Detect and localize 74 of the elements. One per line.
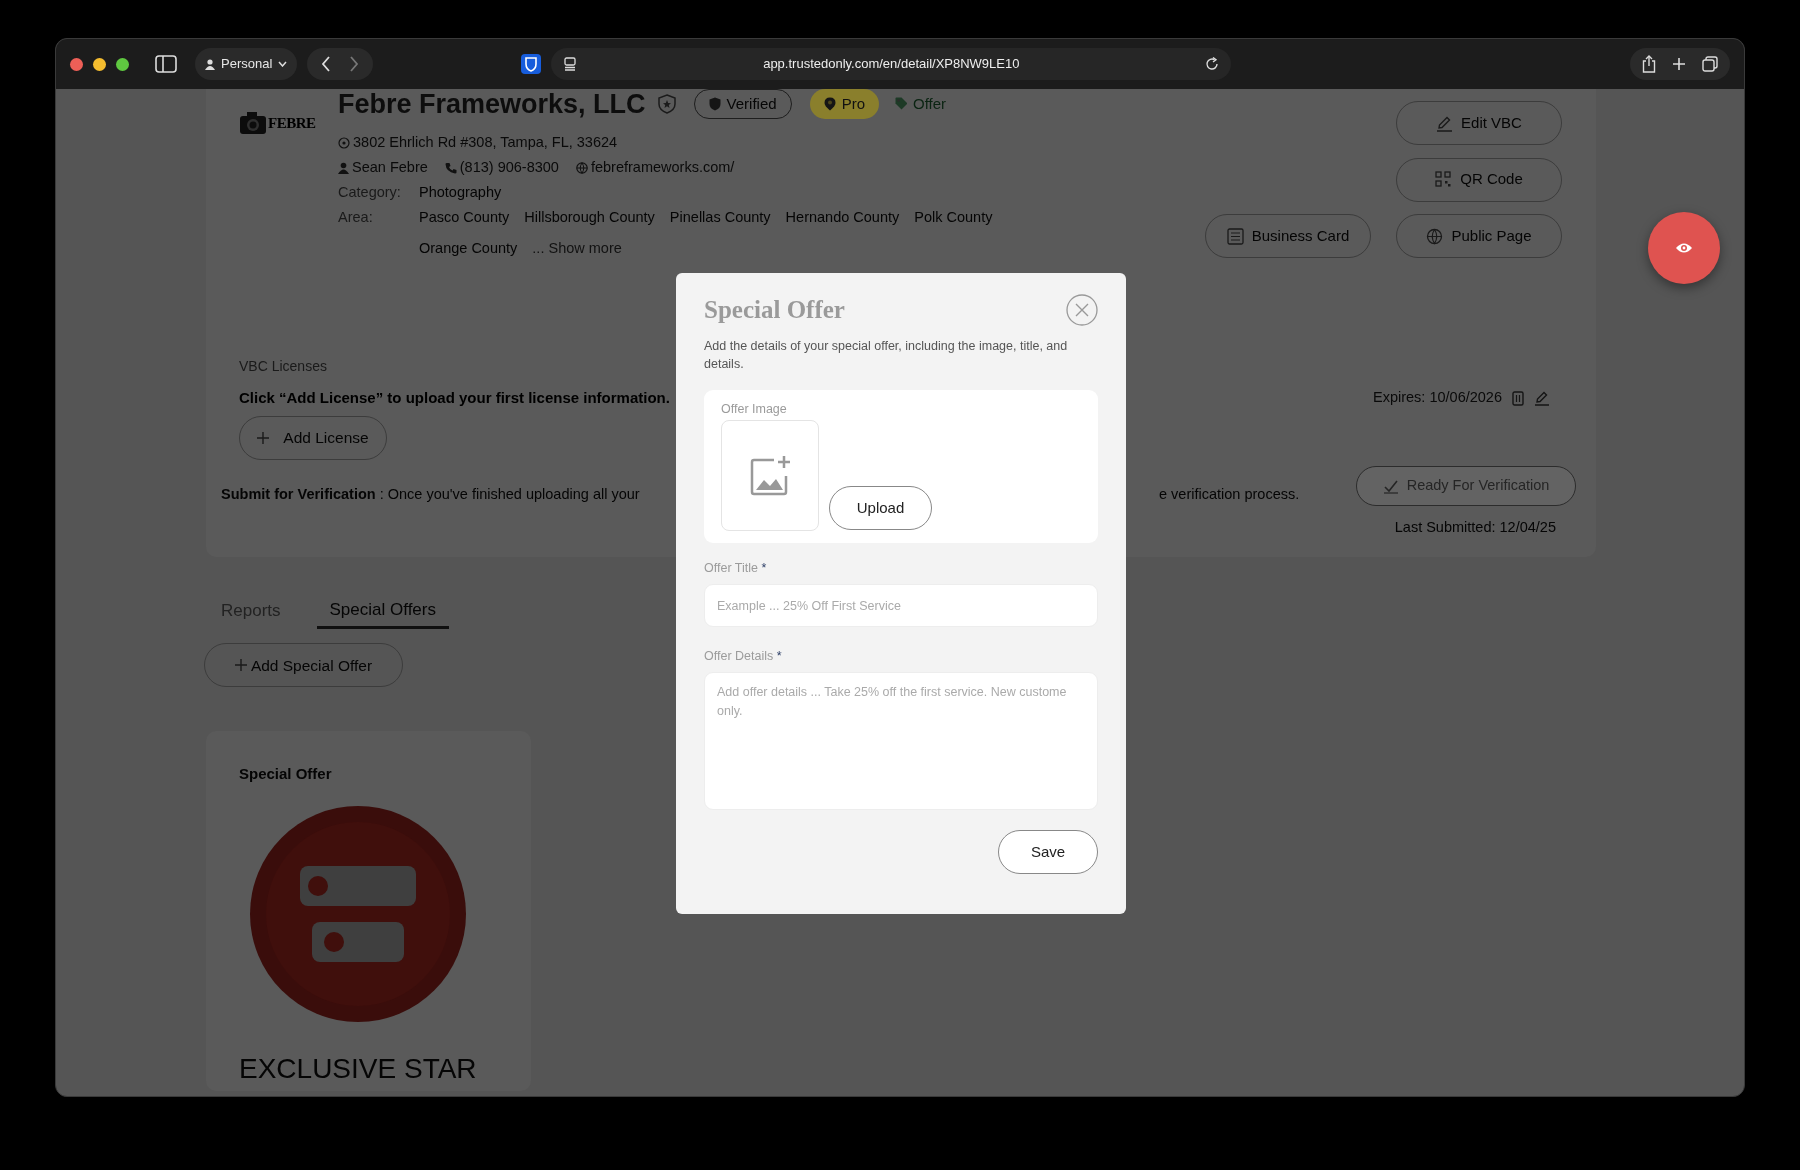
phone-icon <box>444 161 457 174</box>
website-link[interactable]: febreframeworks.com/ <box>590 155 735 180</box>
tabs-icon[interactable] <box>1702 56 1718 72</box>
plus-icon <box>234 659 247 672</box>
trash-icon[interactable] <box>1512 390 1524 406</box>
pencil-icon[interactable] <box>1534 390 1550 406</box>
reload-icon[interactable] <box>1205 57 1220 71</box>
eye-icon <box>1675 242 1693 254</box>
shield-icon[interactable] <box>521 54 542 74</box>
image-placeholder[interactable] <box>721 420 819 532</box>
add-image-icon <box>748 453 792 498</box>
business-name: Febre Frameworks, LLC <box>338 89 646 119</box>
upload-button[interactable]: Upload <box>829 486 932 531</box>
verification-text: Submit for Verification : Once you've finished uploading all your <box>221 485 641 504</box>
section-heading: VBC Licenses <box>239 357 327 376</box>
modal-description: Add the details of your special offer, including the image, title, and details. <box>704 337 1069 373</box>
offer-heading: Special Offer <box>239 764 333 785</box>
area-tag: Pinellas County <box>669 205 771 230</box>
save-button[interactable]: Save <box>998 829 1098 874</box>
plus-icon <box>257 432 270 444</box>
category-value: Photography <box>419 183 502 202</box>
person-icon <box>338 161 349 174</box>
contact-name: Sean Febre <box>352 158 428 177</box>
sidebar-icon[interactable] <box>155 55 177 73</box>
globe-icon <box>1426 227 1444 245</box>
location-icon <box>338 136 350 149</box>
back-icon[interactable] <box>321 56 332 72</box>
check-icon <box>1382 478 1399 494</box>
plus-icon[interactable] <box>1672 57 1686 71</box>
window-control-icon[interactable] <box>70 57 83 71</box>
field-label: Offer Details * <box>704 648 783 665</box>
field-label: Offer Image <box>721 400 788 418</box>
category-label: Category: <box>338 183 402 202</box>
field-label: Offer Title * <box>704 560 768 578</box>
show-more-link[interactable]: ... Show more <box>532 236 622 261</box>
last-submitted-date: Last Submitted: 12/04/25 <box>1394 518 1556 537</box>
title-field[interactable]: Example ... 25% Off First Service <box>704 584 1098 627</box>
logo-text: FEBRE <box>268 113 316 133</box>
area-label: Area: <box>338 208 374 227</box>
forward-icon[interactable] <box>349 56 360 72</box>
preview-button[interactable] <box>1648 212 1720 284</box>
expiry-date: Expires: 10/06/2026 <box>1373 388 1502 408</box>
tab[interactable]: Special Offers <box>316 596 449 630</box>
list-card-icon <box>1226 227 1244 245</box>
phone-number: (813) 906-8300 <box>459 158 559 177</box>
area-tag: Hernando County <box>785 205 900 230</box>
empty-message: Click “Add License” to upload your first license information. <box>239 388 670 408</box>
area-tag: Orange County <box>419 236 518 261</box>
close-icon[interactable] <box>1066 293 1098 326</box>
shield-star-icon <box>657 94 676 114</box>
person-icon <box>205 58 215 70</box>
qr-code-icon <box>1435 171 1453 189</box>
area-tag: Hillsborough County <box>524 205 655 230</box>
shield-icon <box>708 97 721 111</box>
globe-icon <box>575 161 588 174</box>
modal-title: Special Offer <box>704 295 845 325</box>
pro-badge: Pro <box>809 89 879 119</box>
reader-icon[interactable] <box>563 57 578 71</box>
tag-icon <box>895 97 907 111</box>
share-icon[interactable] <box>1642 55 1656 73</box>
window-control-icon[interactable] <box>116 57 129 71</box>
pencil-icon <box>1436 114 1454 132</box>
area-tag: Pasco County <box>419 205 510 230</box>
chevron-down-icon <box>278 61 288 67</box>
verification-text: e verification process. <box>1159 485 1300 504</box>
camera-logo-icon <box>239 111 267 135</box>
pin-icon <box>823 97 836 111</box>
address-text: 3802 Ehrlich Rd #308, Tampa, FL, 33624 <box>353 133 618 152</box>
offer-title: EXCLUSIVE STAR <box>239 1051 478 1086</box>
area-tag: Polk County <box>914 205 993 230</box>
details-field[interactable]: Add offer details ... Take 25% off the first service. New custome only. <box>704 671 1098 810</box>
badge-label: Offer <box>913 93 947 114</box>
window-control-icon[interactable] <box>93 57 106 71</box>
profile-button[interactable]: Personal <box>195 48 298 80</box>
